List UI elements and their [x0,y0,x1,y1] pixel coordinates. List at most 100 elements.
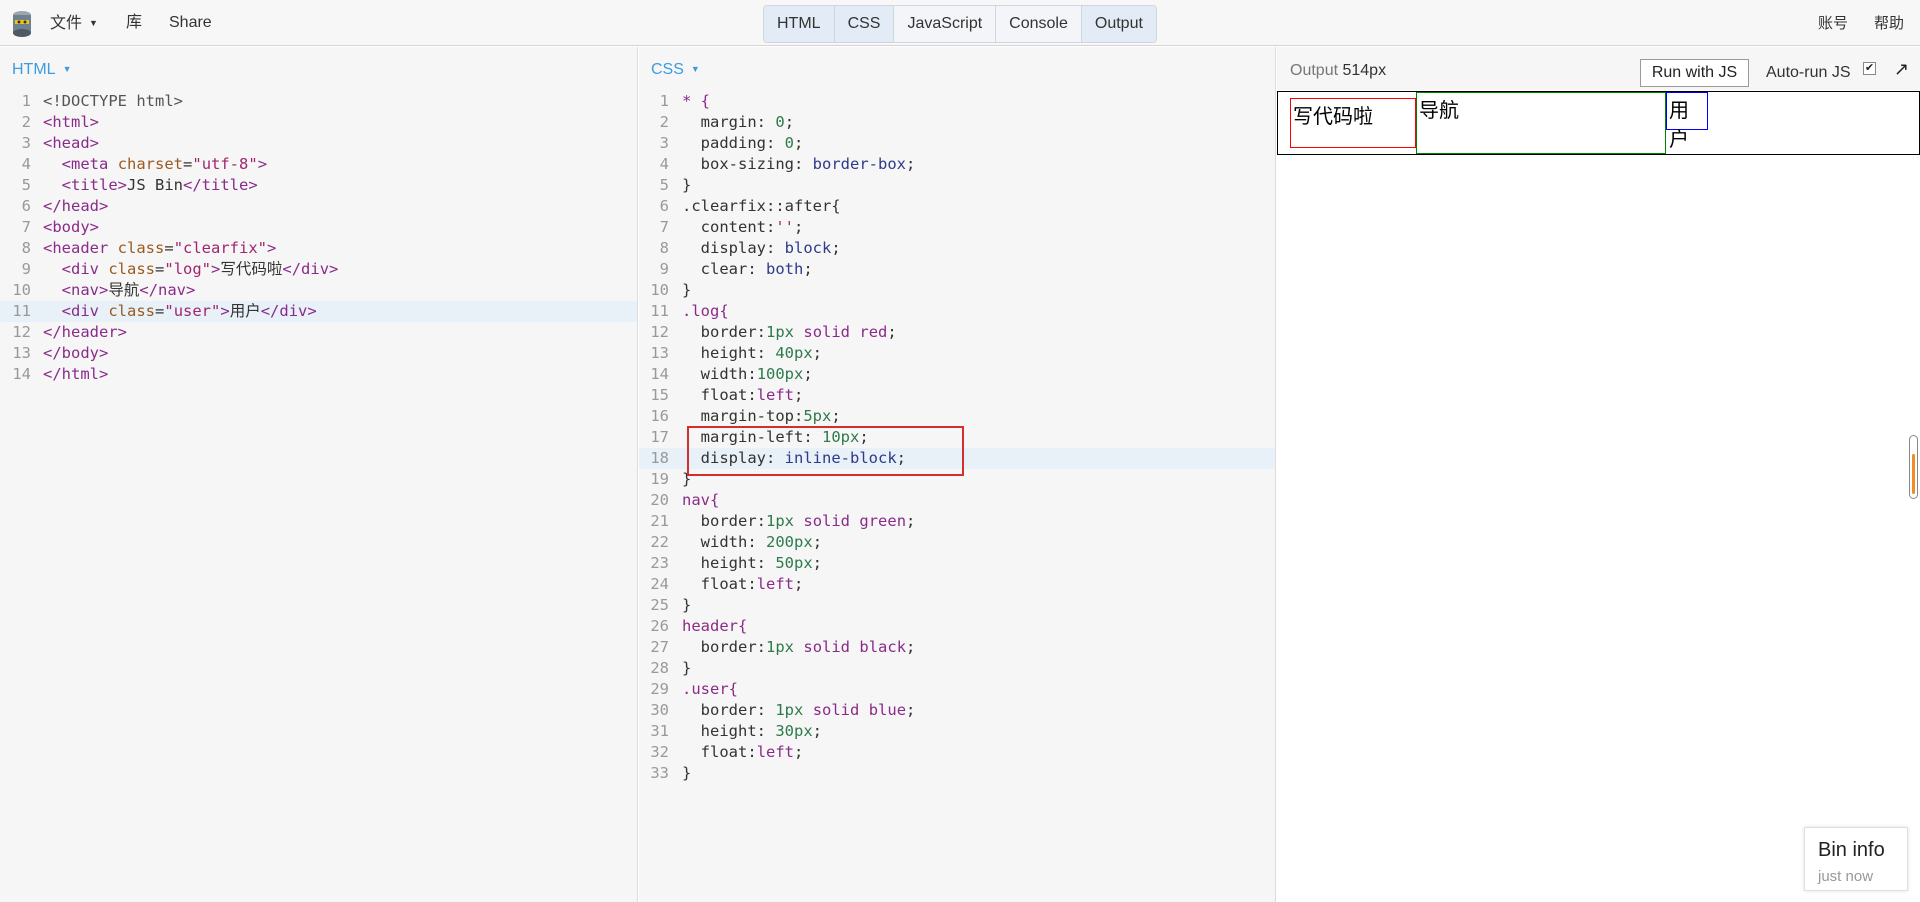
tab-css[interactable]: CSS [833,6,894,42]
line-number: 8 [659,239,669,257]
bin-info-badge[interactable]: Bin info just now [1804,827,1908,891]
code-text: float:left; [700,386,804,404]
top-toolbar: 文件 ▼ 库 Share HTML CSS JavaScript Console … [0,0,1920,46]
line-number: 30 [650,701,669,719]
code-line: 33} [639,763,1275,784]
line-number: 22 [650,533,669,551]
code-token: 写代码啦 [220,260,283,278]
code-token: </header> [43,323,127,341]
code-line: 14 width:100px; [639,364,1275,385]
css-panel-label: CSS [651,61,684,78]
output-header: Output 514px Run with JS Auto-run JS ✔ ↗ [1277,47,1920,89]
line-number: 3 [21,134,31,152]
line-number: 33 [650,764,669,782]
code-text: content:''; [700,218,804,236]
line-number: 10 [650,281,669,299]
line-number: 13 [650,344,669,362]
code-token: "clearfix" [173,239,268,257]
code-text: .clearfix::after{ [682,197,841,215]
code-text: clear: both; [700,260,813,278]
code-line: 3 padding: 0; [639,133,1275,154]
code-text: * { [682,92,710,110]
code-token: <header [43,239,109,257]
tab-html[interactable]: HTML [764,6,834,42]
code-line: 16 margin-top:5px; [639,406,1275,427]
line-number: 2 [659,113,669,131]
line-number: 26 [650,617,669,635]
code-token: 导航 [108,281,140,299]
code-line: 21 border:1px solid green; [639,511,1275,532]
bin-info-title: Bin info [1818,839,1885,861]
tab-javascript[interactable]: JavaScript [893,6,995,42]
library-menu[interactable]: 库 [126,0,142,46]
line-number: 10 [12,281,31,299]
line-number: 8 [21,239,31,257]
line-number: 19 [650,470,669,488]
line-number: 25 [650,596,669,614]
code-token: </html> [43,365,109,383]
code-token: > [257,155,268,173]
css-editor-panel: CSS ▼ 1 * {2 margin: 0; 3 padding: 0; 4 box-… [639,47,1276,902]
jsbin-logo-icon[interactable] [10,10,34,38]
line-number: 23 [650,554,669,572]
file-menu[interactable]: 文件 ▼ [50,0,98,46]
tab-output[interactable]: Output [1080,6,1156,42]
html-panel-title[interactable]: HTML ▼ [12,61,71,79]
code-token: "user" [164,302,221,320]
auto-run-js-label: Auto-run JS [1766,64,1851,81]
code-text: height: 40px; [700,344,823,362]
line-number: 4 [659,155,669,173]
line-number: 9 [659,260,669,278]
html-code-editor[interactable]: 1 <!DOCTYPE html> 2 <html> 3 <head> 4 <meta… [0,91,637,385]
auto-run-js-checkbox[interactable]: ✔ [1863,62,1876,75]
code-line: 11 .log{ [639,301,1275,322]
code-text: display: block; [700,239,841,257]
code-line: 7 <body> [0,217,637,238]
account-menu[interactable]: 账号 [1818,0,1848,48]
output-preview[interactable]: 写代码啦 导航 用户 [1277,90,1920,902]
share-menu[interactable]: Share [169,0,212,46]
code-token: <!DOCTYPE html> [43,92,183,110]
code-token: JS Bin [127,176,183,194]
line-number: 3 [659,134,669,152]
code-line: 14 </html> [0,364,637,385]
code-line: 12 border:1px solid red; [639,322,1275,343]
line-number: 15 [650,386,669,404]
line-number: 7 [659,218,669,236]
code-token: charset [117,155,184,173]
code-line: 5 <title>JS Bin</title> [0,175,637,196]
code-line: 23 height: 50px; [639,553,1275,574]
line-number: 14 [12,365,31,383]
line-number: 11 [12,302,31,320]
code-line: 2 margin: 0; [639,112,1275,133]
code-line: 22 width: 200px; [639,532,1275,553]
code-line: 8 <header class="clearfix"> [0,238,637,259]
code-line: 29 .user{ [639,679,1275,700]
chevron-down-icon: ▼ [690,64,700,74]
output-title: Output 514px [1290,62,1386,80]
scrollbar-handle[interactable] [1909,435,1918,499]
line-number: 14 [650,365,669,383]
demo-header: 写代码啦 导航 用户 [1277,91,1920,155]
code-token: <meta [61,155,109,173]
code-token: class [108,302,156,320]
line-number: 27 [650,638,669,656]
code-token: <div [61,302,99,320]
code-line: 20 nav{ [639,490,1275,511]
code-token: <div [61,260,99,278]
css-panel-title[interactable]: CSS ▼ [651,61,700,79]
code-line: 4 <meta charset="utf-8"> [0,154,637,175]
line-number: 5 [21,176,31,194]
code-token: class [117,239,165,257]
run-with-js-button[interactable]: Run with JS [1640,59,1749,87]
line-number: 12 [650,323,669,341]
code-text: } [682,764,692,782]
code-text: } [682,176,692,194]
tab-console[interactable]: Console [995,6,1081,42]
help-menu[interactable]: 帮助 [1874,0,1904,48]
popout-icon[interactable]: ↗ [1894,59,1909,80]
code-line: 4 box-sizing: border-box; [639,154,1275,175]
code-token: > [267,239,277,257]
html-editor-panel: HTML ▼ 1 <!DOCTYPE html> 2 <html> 3 <head> 4… [0,47,638,902]
code-line: 9 clear: both; [639,259,1275,280]
